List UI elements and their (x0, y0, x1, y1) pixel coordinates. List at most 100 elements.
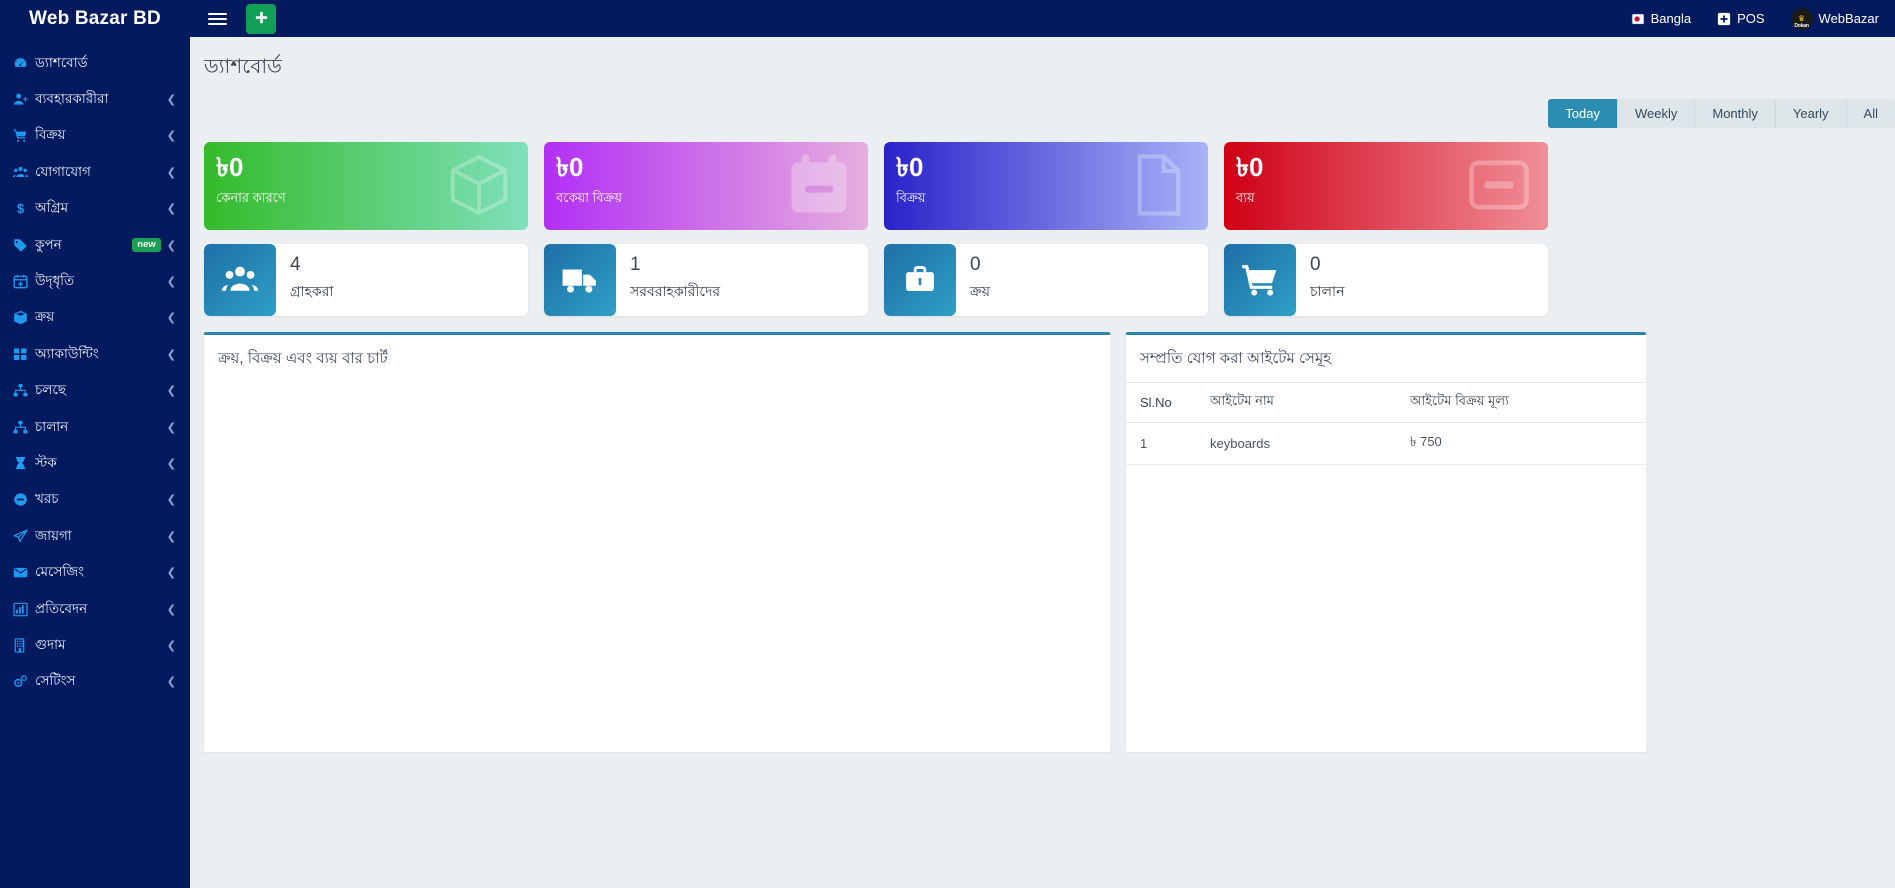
sidebar-item-label: উদৃধৃতি (35, 273, 75, 289)
chart-panel-title: ক্রয়, বিক্রয় এবং ব্যয় বার চার্ট (218, 350, 388, 367)
sidebar-item-18[interactable]: সেটিংস ❮ (0, 664, 190, 700)
count-card-value: 4 (290, 254, 301, 275)
sidebar-badge-new: new (132, 238, 161, 252)
count-card-1[interactable]: 4 গ্রাহকরা (204, 244, 528, 316)
user-label: WebBazar (1818, 11, 1879, 26)
sidebar-item-label: বিক্রয় (35, 127, 66, 143)
sidebar-item-7[interactable]: উদৃধৃতি ❮ (0, 263, 190, 299)
file-icon (1124, 150, 1194, 225)
topbar: Bangla POS ♛ Dokan WebBazar (190, 0, 1895, 37)
table-column-header-1: Sl.No (1126, 382, 1196, 423)
filter-tab-monthly[interactable]: Monthly (1695, 99, 1776, 128)
sidebar-item-2[interactable]: ব্যবহারকারীরা ❮ (0, 81, 190, 117)
count-card-2[interactable]: 1 সরবরাহকারীদের (544, 244, 868, 316)
count-card-label: ক্রয় (970, 282, 990, 299)
shopping-cart-icon (1224, 244, 1296, 316)
sidebar-item-3[interactable]: বিক্রয় ❮ (0, 118, 190, 154)
language-label: Bangla (1650, 11, 1692, 26)
panels-row: ক্রয়, বিক্রয় এবং ব্যয় বার চার্ট সম্প্… (190, 332, 1895, 752)
sidebar-item-4[interactable]: যোগাযোগ ❮ (0, 154, 190, 190)
count-card-value: 0 (1310, 254, 1321, 275)
sitemap-icon (13, 420, 35, 435)
chevron-right-icon: ❮ (166, 457, 176, 470)
cube-icon (444, 150, 514, 225)
cart-icon (13, 128, 35, 143)
sitemap-icon (13, 383, 35, 398)
crown-icon: ♛ (1797, 13, 1806, 23)
sidebar-item-13[interactable]: খরচ ❮ (0, 482, 190, 518)
sidebar-item-label: ড্যাশবোর্ড (35, 54, 88, 70)
plus-icon (254, 11, 269, 26)
sidebar-item-label: চালান (35, 418, 69, 434)
sidebar-item-label: স্টক (35, 454, 57, 470)
count-card-4[interactable]: 0 চালান (1224, 244, 1548, 316)
count-card-body: 0 চালান (1296, 244, 1344, 316)
cell-sl: 1 (1126, 422, 1196, 465)
add-button[interactable] (246, 3, 276, 34)
chevron-right-icon: ❮ (166, 567, 176, 580)
user-menu[interactable]: ♛ Dokan WebBazar (1790, 7, 1879, 30)
hourglass-icon (13, 456, 35, 471)
pos-link[interactable]: POS (1717, 11, 1765, 26)
filter-tab-today[interactable]: Today (1548, 99, 1618, 128)
chevron-right-icon: ❮ (166, 239, 176, 252)
users-icon (13, 165, 35, 180)
sidebar-item-8[interactable]: ক্রয় ❮ (0, 300, 190, 336)
table-header-row: Sl.No আইটেম নাম আইটেম বিক্রয় মূল্য (1126, 382, 1646, 423)
chevron-right-icon: ❮ (166, 166, 176, 179)
sidebar-nav: ড্যাশবোর্ড ব্যবহারকারীরা ❮ বিক্রয় ❮ যোগাযোগ ❮… (0, 37, 190, 700)
count-card-3[interactable]: 0 ক্রয় (884, 244, 1208, 316)
sidebar-item-label: অ্যাকাউন্টিং (35, 345, 99, 361)
table-row[interactable]: 1 keyboards ৳ 750 (1126, 422, 1646, 465)
minus-circle-icon (13, 492, 35, 507)
count-cards-row: 4 গ্রাহকরা 1 সরবরাহকারীদের 0 ক্রয় 0 চালান (190, 244, 1895, 316)
chevron-right-icon: ❮ (166, 312, 176, 325)
chevron-right-icon: ❮ (166, 348, 176, 361)
sidebar-item-10[interactable]: চলছে ❮ (0, 373, 190, 409)
sidebar-item-12[interactable]: স্টক ❮ (0, 445, 190, 481)
sidebar-item-9[interactable]: অ্যাকাউন্টিং ❮ (0, 336, 190, 372)
flag-icon (1631, 12, 1645, 26)
count-card-value: 1 (630, 254, 641, 275)
sidebar-item-6[interactable]: কুপন new ❮ (0, 227, 190, 263)
sidebar-item-label: অগ্রিম (35, 200, 69, 216)
chevron-right-icon: ❮ (166, 385, 176, 398)
paper-plane-icon (13, 529, 35, 544)
tag-icon (13, 238, 35, 253)
filter-tab-weekly[interactable]: Weekly (1617, 99, 1696, 128)
sidebar-item-label: জায়গা (35, 527, 72, 543)
sidebar-item-label: সেটিংস (35, 673, 76, 689)
stat-card-1[interactable]: ৳0 কেনার কারণে (204, 142, 528, 230)
minus-square-icon (1464, 150, 1534, 225)
customers-icon (204, 244, 276, 316)
sidebar-item-14[interactable]: জায়গা ❮ (0, 518, 190, 554)
stat-card-2[interactable]: ৳0 বকেয়া বিক্রয় (544, 142, 868, 230)
chevron-right-icon: ❮ (166, 421, 176, 434)
filter-tab-all[interactable]: All (1846, 99, 1895, 128)
plus-square-icon (1717, 12, 1731, 26)
dollar-icon: $ (13, 201, 35, 216)
stat-card-3[interactable]: ৳0 বিক্রয় (884, 142, 1208, 230)
app-root: Web Bazar BD ড্যাশবোর্ড ব্যবহারকারীরা ❮ বিক… (0, 0, 1895, 888)
sidebar-item-17[interactable]: গুদাম ❮ (0, 627, 190, 663)
sidebar-item-16[interactable]: প্রতিবেদন ❮ (0, 591, 190, 627)
chevron-right-icon: ❮ (166, 639, 176, 652)
chevron-right-icon: ❮ (166, 94, 176, 107)
calendar-minus-icon (784, 150, 854, 225)
sidebar-item-15[interactable]: মেসেজিং ❮ (0, 554, 190, 590)
cogs-icon (13, 674, 35, 689)
period-filter-tabs: Today Weekly Monthly Yearly All (1548, 99, 1895, 128)
stat-card-4[interactable]: ৳0 ব্যয় (1224, 142, 1548, 230)
sidebar-item-1[interactable]: ড্যাশবোর্ড (0, 45, 190, 81)
chart-panel: ক্রয়, বিক্রয় এবং ব্যয় বার চার্ট (204, 332, 1110, 752)
sidebar-item-5[interactable]: $ অগ্রিম ❮ (0, 191, 190, 227)
topbar-right: Bangla POS ♛ Dokan WebBazar (1631, 7, 1883, 30)
filter-tab-yearly[interactable]: Yearly (1775, 99, 1847, 128)
sidebar-item-11[interactable]: চালান ❮ (0, 409, 190, 445)
hamburger-icon[interactable] (208, 9, 230, 29)
language-switcher[interactable]: Bangla (1631, 11, 1691, 26)
count-card-body: 4 গ্রাহকরা (276, 244, 333, 316)
briefcase-icon (884, 244, 956, 316)
right-pane: Bangla POS ♛ Dokan WebBazar ড্যাশবোর্ড T… (190, 0, 1895, 888)
cell-name: keyboards (1196, 422, 1396, 465)
